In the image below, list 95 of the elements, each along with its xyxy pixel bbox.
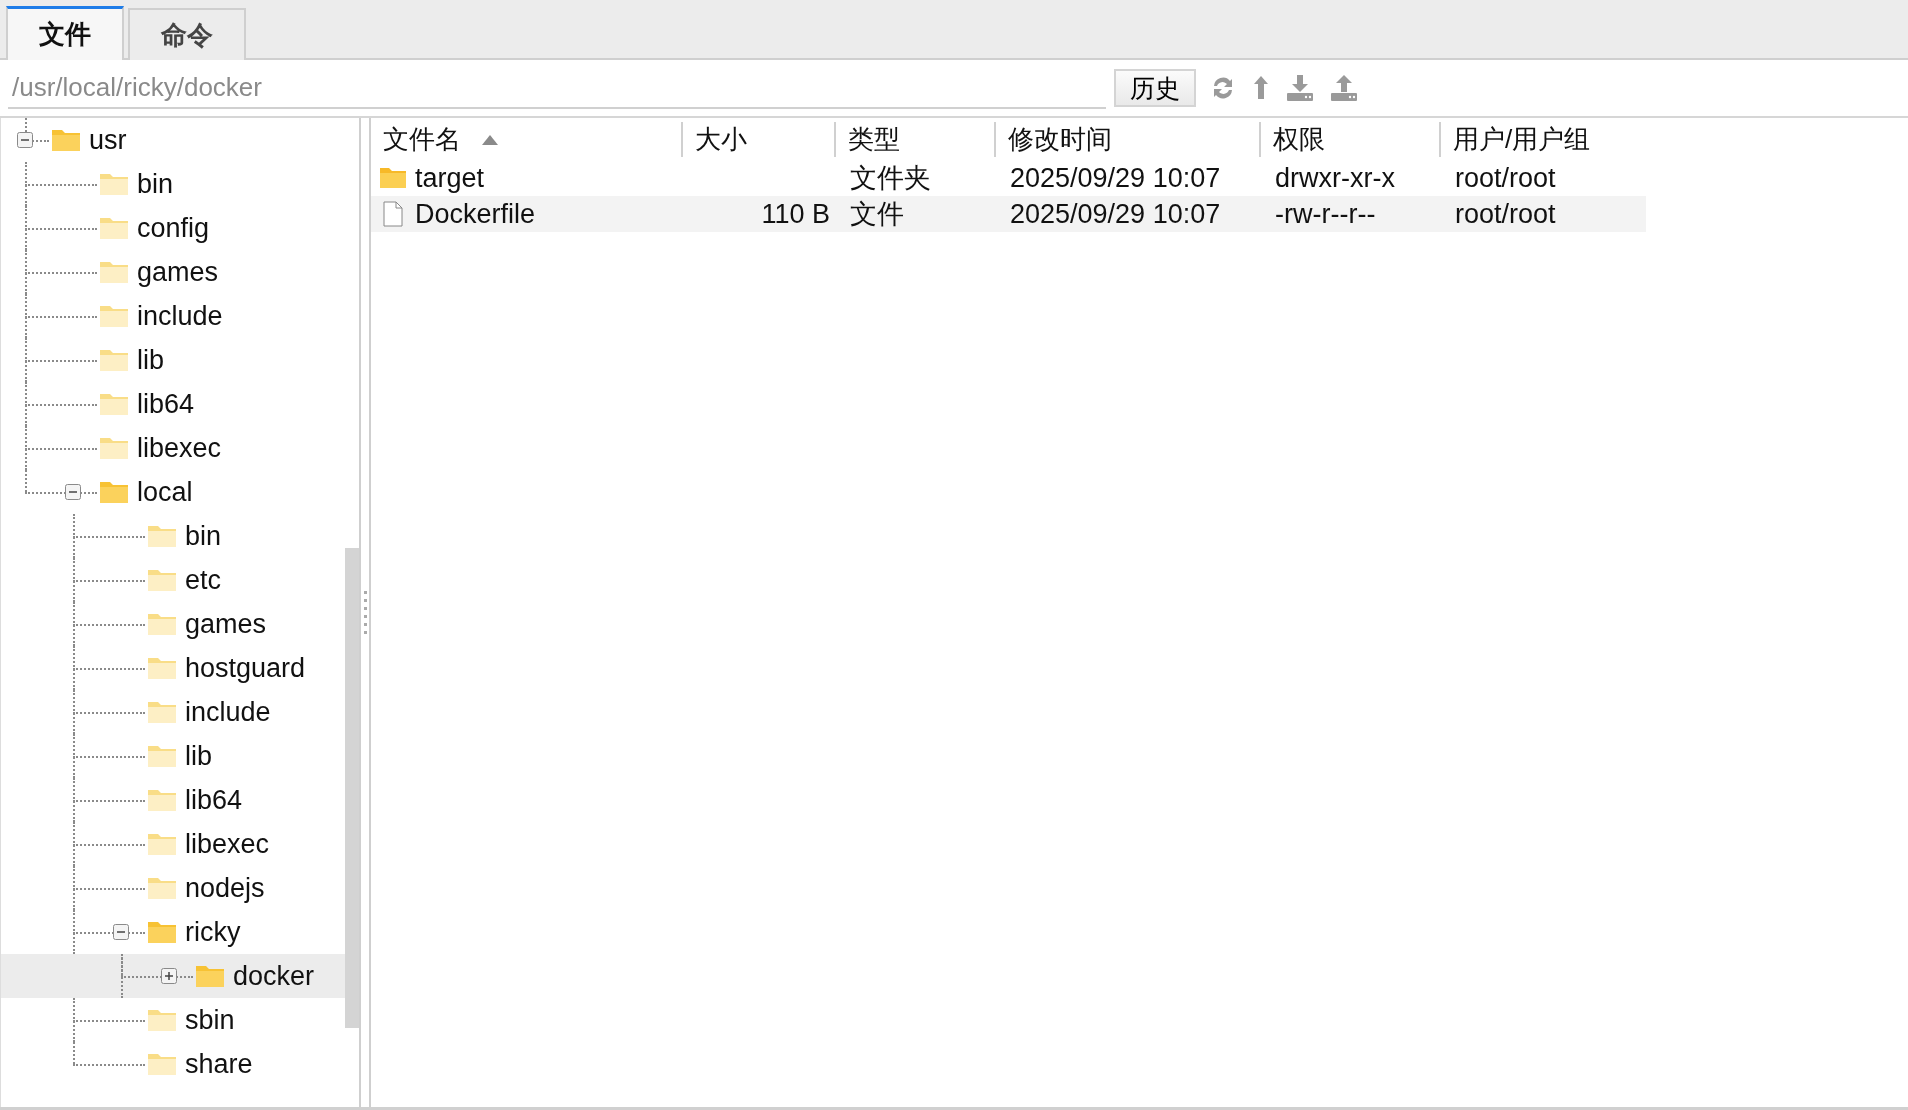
file-type: 文件 — [850, 198, 904, 231]
folder-icon — [147, 920, 177, 944]
file-type: 文件夹 — [850, 162, 931, 195]
tree-label: lib — [137, 345, 164, 376]
tree-label: libexec — [185, 829, 270, 860]
tree-label: bin — [185, 521, 222, 552]
tree-item[interactable]: include — [1, 294, 345, 338]
column-header[interactable]: 权限 — [1261, 122, 1441, 157]
tree-label: ricky — [185, 917, 241, 948]
owner-group: root/root — [1455, 198, 1556, 230]
column-header[interactable]: 修改时间 — [996, 122, 1261, 157]
modified-time: 2025/09/29 10:07 — [1010, 198, 1221, 230]
tree-item[interactable]: bin — [1, 162, 345, 206]
folder-icon — [147, 744, 177, 768]
tree-label: libexec — [137, 433, 222, 464]
tree-item[interactable]: config — [1, 206, 345, 250]
owner-group: root/root — [1455, 162, 1556, 194]
tab[interactable]: 命令 — [128, 8, 246, 60]
folder-icon — [147, 1008, 177, 1032]
tree-label: bin — [137, 169, 174, 200]
scrollbar-thumb[interactable] — [345, 548, 359, 1028]
folder-icon — [99, 172, 129, 196]
tree-label: sbin — [185, 1005, 235, 1036]
tree-item[interactable]: include — [1, 690, 345, 734]
tree-label: docker — [233, 961, 315, 992]
tree-item[interactable]: games — [1, 602, 345, 646]
file-row[interactable]: target 文件夹 2025/09/29 10:07 drwxr-xr-x root/root — [371, 160, 1646, 196]
tree-item[interactable]: games — [1, 250, 345, 294]
folder-icon — [99, 480, 129, 504]
tree-item[interactable]: usr — [1, 118, 345, 162]
folder-icon — [99, 436, 129, 460]
tree-label: hostguard — [185, 653, 306, 684]
column-header[interactable]: 大小 — [683, 122, 836, 157]
file-name: target — [415, 162, 485, 194]
tree-item[interactable]: lib64 — [1, 778, 345, 822]
folder-icon — [147, 656, 177, 680]
download-icon[interactable] — [1284, 73, 1316, 103]
tree-item[interactable]: lib — [1, 734, 345, 778]
modified-time: 2025/09/29 10:07 — [1010, 162, 1221, 194]
tree-label: include — [185, 697, 271, 728]
tree-label: lib64 — [185, 785, 243, 816]
folder-icon — [147, 876, 177, 900]
column-header[interactable]: 文件名 — [371, 122, 683, 157]
tree-label: nodejs — [185, 873, 265, 904]
tree-label: include — [137, 301, 223, 332]
history-button[interactable]: 历史 — [1114, 69, 1196, 107]
folder-icon — [379, 167, 407, 189]
upload-icon[interactable] — [1328, 73, 1360, 103]
tree-item[interactable]: etc — [1, 558, 345, 602]
permissions: -rw-r--r-- — [1275, 198, 1376, 230]
tree-label: lib — [185, 741, 212, 772]
folder-icon — [195, 964, 225, 988]
file-row[interactable]: Dockerfile 110 B 文件 2025/09/29 10:07 -rw-r--r-- root/root — [371, 196, 1646, 232]
folder-icon — [99, 304, 129, 328]
tree-label: config — [137, 213, 210, 244]
tree-label: games — [137, 257, 219, 288]
tab[interactable]: 文件 — [6, 6, 124, 60]
expander-icon[interactable] — [113, 924, 129, 940]
tree-label: local — [137, 477, 193, 508]
tree-label: usr — [89, 125, 127, 156]
tree-label: lib64 — [137, 389, 195, 420]
folder-icon — [147, 700, 177, 724]
folder-icon — [147, 788, 177, 812]
permissions: drwxr-xr-x — [1275, 162, 1395, 194]
file-size: 110 B — [761, 198, 830, 230]
tree-label: games — [185, 609, 267, 640]
column-header[interactable]: 用户/用户组 — [1441, 122, 1646, 157]
column-header[interactable]: 类型 — [836, 122, 996, 157]
folder-icon — [99, 348, 129, 372]
folder-icon — [147, 832, 177, 856]
folder-icon — [99, 260, 129, 284]
tree-item[interactable]: bin — [1, 514, 345, 558]
tree-label: etc — [185, 565, 222, 596]
tree-item[interactable]: libexec — [1, 426, 345, 470]
tree-item[interactable]: lib — [1, 338, 345, 382]
tree-item[interactable]: nodejs — [1, 866, 345, 910]
tree-label: share — [185, 1049, 253, 1080]
expander-icon[interactable] — [161, 968, 177, 984]
expander-icon[interactable] — [65, 484, 81, 500]
tree-item[interactable]: docker — [1, 954, 345, 998]
folder-icon — [51, 128, 81, 152]
folder-icon — [147, 612, 177, 636]
tree-item[interactable]: libexec — [1, 822, 345, 866]
tree-item[interactable]: share — [1, 1042, 345, 1086]
folder-icon — [147, 524, 177, 548]
folder-icon — [99, 216, 129, 240]
folder-icon — [99, 392, 129, 416]
tree-item[interactable]: sbin — [1, 998, 345, 1042]
tree-item[interactable]: hostguard — [1, 646, 345, 690]
tree-item[interactable]: local — [1, 470, 345, 514]
folder-icon — [147, 1052, 177, 1076]
file-name: Dockerfile — [415, 198, 536, 230]
folder-icon — [147, 568, 177, 592]
tree-item[interactable]: lib64 — [1, 382, 345, 426]
expander-icon[interactable] — [17, 132, 33, 148]
